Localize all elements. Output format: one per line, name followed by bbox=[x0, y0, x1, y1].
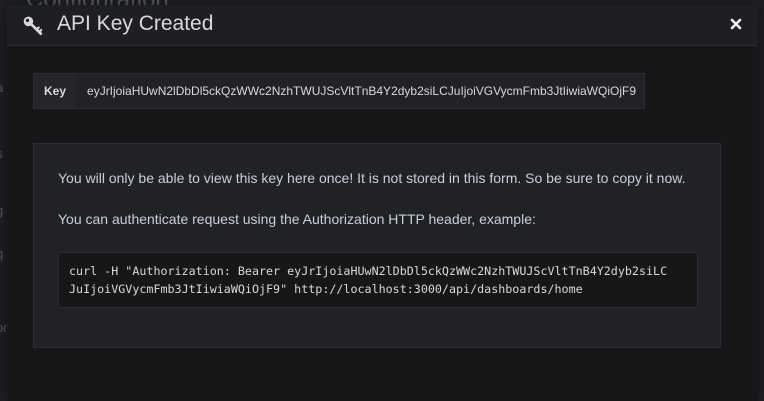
background-fragment: a bbox=[0, 80, 3, 95]
key-label: Key bbox=[33, 73, 78, 109]
code-line: curl -H "Authorization: Bearer eyJrIjoia… bbox=[69, 264, 668, 278]
info-panel: You will only be able to view this key h… bbox=[33, 143, 721, 348]
code-line: JuIjoiVGVycmFmb3JtIiwiaWQiOjF9" http://l… bbox=[69, 282, 583, 296]
modal-title: API Key Created bbox=[57, 12, 214, 35]
key-field: Key eyJrIjoiaHUwN2lDbDl5ckQzWWc2NzhTWUJS… bbox=[33, 73, 646, 109]
curl-example-code[interactable]: curl -H "Authorization: Bearer eyJrIjoia… bbox=[58, 252, 698, 308]
close-icon[interactable] bbox=[728, 14, 744, 34]
background-fragment: q bbox=[0, 246, 3, 261]
info-warning-text: You will only be able to view this key h… bbox=[58, 170, 686, 186]
background-fragment: g bbox=[0, 203, 3, 218]
modal-header: API Key Created bbox=[7, 5, 758, 46]
info-usage-text: You can authenticate request using the A… bbox=[58, 211, 536, 227]
key-value[interactable]: eyJrIjoiaHUwN2lDbDl5ckQzWWc2NzhTWUJScVlt… bbox=[77, 73, 646, 109]
key-icon bbox=[23, 16, 43, 36]
background-fragment: s bbox=[0, 146, 3, 161]
api-key-modal: API Key Created Key eyJrIjoiaHUwN2lDbDl5… bbox=[7, 5, 758, 401]
